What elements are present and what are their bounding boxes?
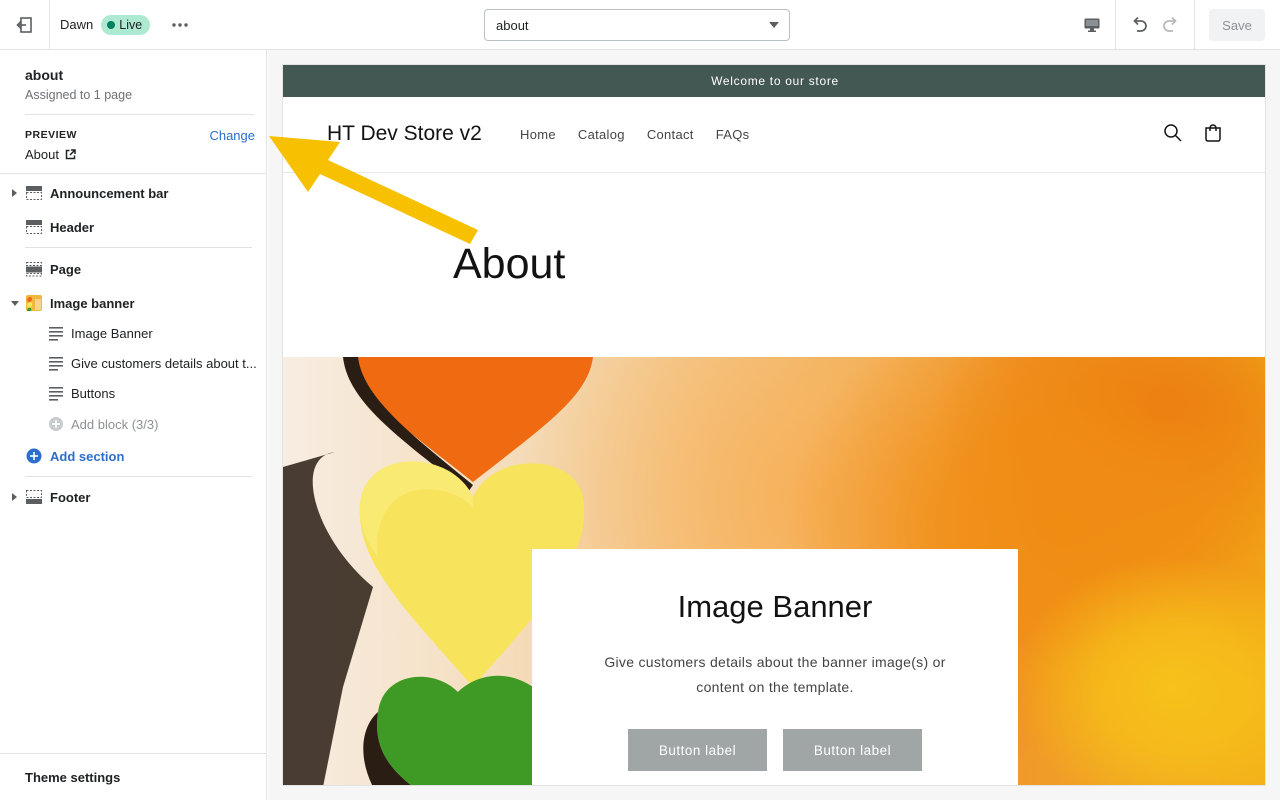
- add-section-label: Add section: [50, 448, 125, 464]
- page-template-select-value: about: [496, 17, 529, 33]
- block-label: Image Banner: [71, 325, 153, 341]
- topbar-divider: [1194, 0, 1195, 50]
- external-link-icon: [65, 149, 76, 160]
- section-icon: [26, 186, 42, 200]
- template-assignment: Assigned to 1 page: [25, 88, 133, 102]
- nav-link-faqs[interactable]: FAQs: [716, 127, 750, 142]
- announcement-bar[interactable]: Welcome to our store: [283, 65, 1265, 97]
- banner-content-card: Image Banner Give customers details abou…: [532, 549, 1018, 785]
- section-icon: [26, 262, 42, 277]
- change-preview-link[interactable]: Change: [209, 128, 255, 143]
- image-banner[interactable]: Image Banner Give customers details abou…: [283, 357, 1265, 785]
- store-logo-text[interactable]: HT Dev Store v2: [327, 122, 482, 146]
- section-image-banner[interactable]: Image banner: [0, 288, 266, 318]
- add-block-button[interactable]: Add block (3/3): [0, 409, 266, 439]
- add-circle-icon: [26, 448, 42, 464]
- theme-settings-button[interactable]: Theme settings: [25, 770, 120, 785]
- page-title: About: [453, 240, 566, 288]
- section-label: Announcement bar: [50, 185, 169, 201]
- more-horizontal-icon: [172, 22, 188, 27]
- theme-name: Dawn: [60, 17, 94, 32]
- section-label: Page: [50, 261, 82, 277]
- add-section-button[interactable]: Add section: [0, 441, 266, 471]
- nav-link-contact[interactable]: Contact: [647, 127, 694, 142]
- live-badge-label: Live: [119, 17, 143, 32]
- undo-icon: [1133, 16, 1147, 32]
- page-template-select[interactable]: about: [484, 9, 790, 41]
- preview-frame: Welcome to our store HT Dev Store v2 Hom…: [282, 64, 1266, 786]
- caret-right-icon: [12, 189, 17, 197]
- search-icon[interactable]: [1163, 123, 1183, 143]
- redo-button[interactable]: [1158, 9, 1184, 41]
- preview-page-link[interactable]: About: [25, 147, 76, 162]
- banner-heading: Image Banner: [677, 589, 873, 624]
- editor-topbar: Dawn Live about Save: [0, 0, 1280, 50]
- block-label: Buttons: [71, 385, 116, 401]
- text-block-icon: [49, 357, 63, 371]
- nav-link-home[interactable]: Home: [520, 127, 556, 142]
- section-announcement-bar[interactable]: Announcement bar: [0, 178, 266, 208]
- exit-icon: [15, 16, 32, 33]
- storefront-preview: Welcome to our store HT Dev Store v2 Hom…: [268, 50, 1280, 800]
- block-buttons[interactable]: Buttons: [0, 378, 266, 408]
- sidebar-divider: [25, 476, 252, 477]
- chevron-down-icon: [769, 22, 779, 28]
- block-image-banner-heading[interactable]: Image Banner: [0, 318, 266, 348]
- caret-down-icon: [11, 300, 19, 306]
- image-thumbnail-icon: [26, 295, 42, 311]
- block-details-text[interactable]: Give customers details about t...: [0, 348, 266, 378]
- preview-label: PREVIEW: [25, 129, 77, 141]
- store-header: HT Dev Store v2 Home Catalog Contact FAQ…: [283, 97, 1265, 173]
- section-icon: [26, 490, 42, 504]
- add-block-label: Add block (3/3): [71, 416, 159, 432]
- section-page[interactable]: Page: [0, 254, 266, 284]
- nav-link-catalog[interactable]: Catalog: [578, 127, 625, 142]
- store-nav: Home Catalog Contact FAQs: [520, 127, 749, 142]
- banner-text: Give customers details about the banner …: [604, 654, 946, 695]
- desktop-preview-button[interactable]: [1068, 0, 1116, 50]
- banner-button-1[interactable]: Button label: [628, 729, 767, 771]
- sidebar-divider: [0, 173, 266, 174]
- live-status-badge: Live: [101, 14, 151, 35]
- redo-icon: [1163, 16, 1177, 32]
- section-header[interactable]: Header: [0, 212, 266, 242]
- add-circle-icon: [49, 417, 63, 431]
- banner-button-2[interactable]: Button label: [783, 729, 922, 771]
- block-label: Give customers details about t...: [71, 355, 257, 371]
- sidebar-divider: [0, 753, 266, 754]
- undo-button[interactable]: [1126, 9, 1152, 41]
- text-block-icon: [49, 327, 63, 341]
- text-block-icon: [49, 387, 63, 401]
- desktop-icon: [1084, 18, 1099, 32]
- live-dot-icon: [107, 20, 116, 29]
- section-label: Image banner: [50, 295, 135, 311]
- sidebar-divider: [25, 247, 252, 248]
- sidebar-divider: [25, 114, 254, 115]
- more-actions-button[interactable]: [164, 9, 196, 41]
- cart-icon[interactable]: [1203, 123, 1223, 143]
- preview-page-name: About: [25, 147, 59, 162]
- caret-right-icon: [12, 493, 17, 501]
- sections-sidebar: about Assigned to 1 page PREVIEW Change …: [0, 50, 267, 800]
- section-icon: [26, 220, 42, 234]
- section-label: Footer: [50, 489, 91, 505]
- section-footer[interactable]: Footer: [0, 482, 266, 512]
- save-button[interactable]: Save: [1209, 9, 1265, 41]
- section-label: Header: [50, 219, 95, 235]
- template-title: about: [25, 67, 64, 83]
- exit-button[interactable]: [0, 0, 50, 50]
